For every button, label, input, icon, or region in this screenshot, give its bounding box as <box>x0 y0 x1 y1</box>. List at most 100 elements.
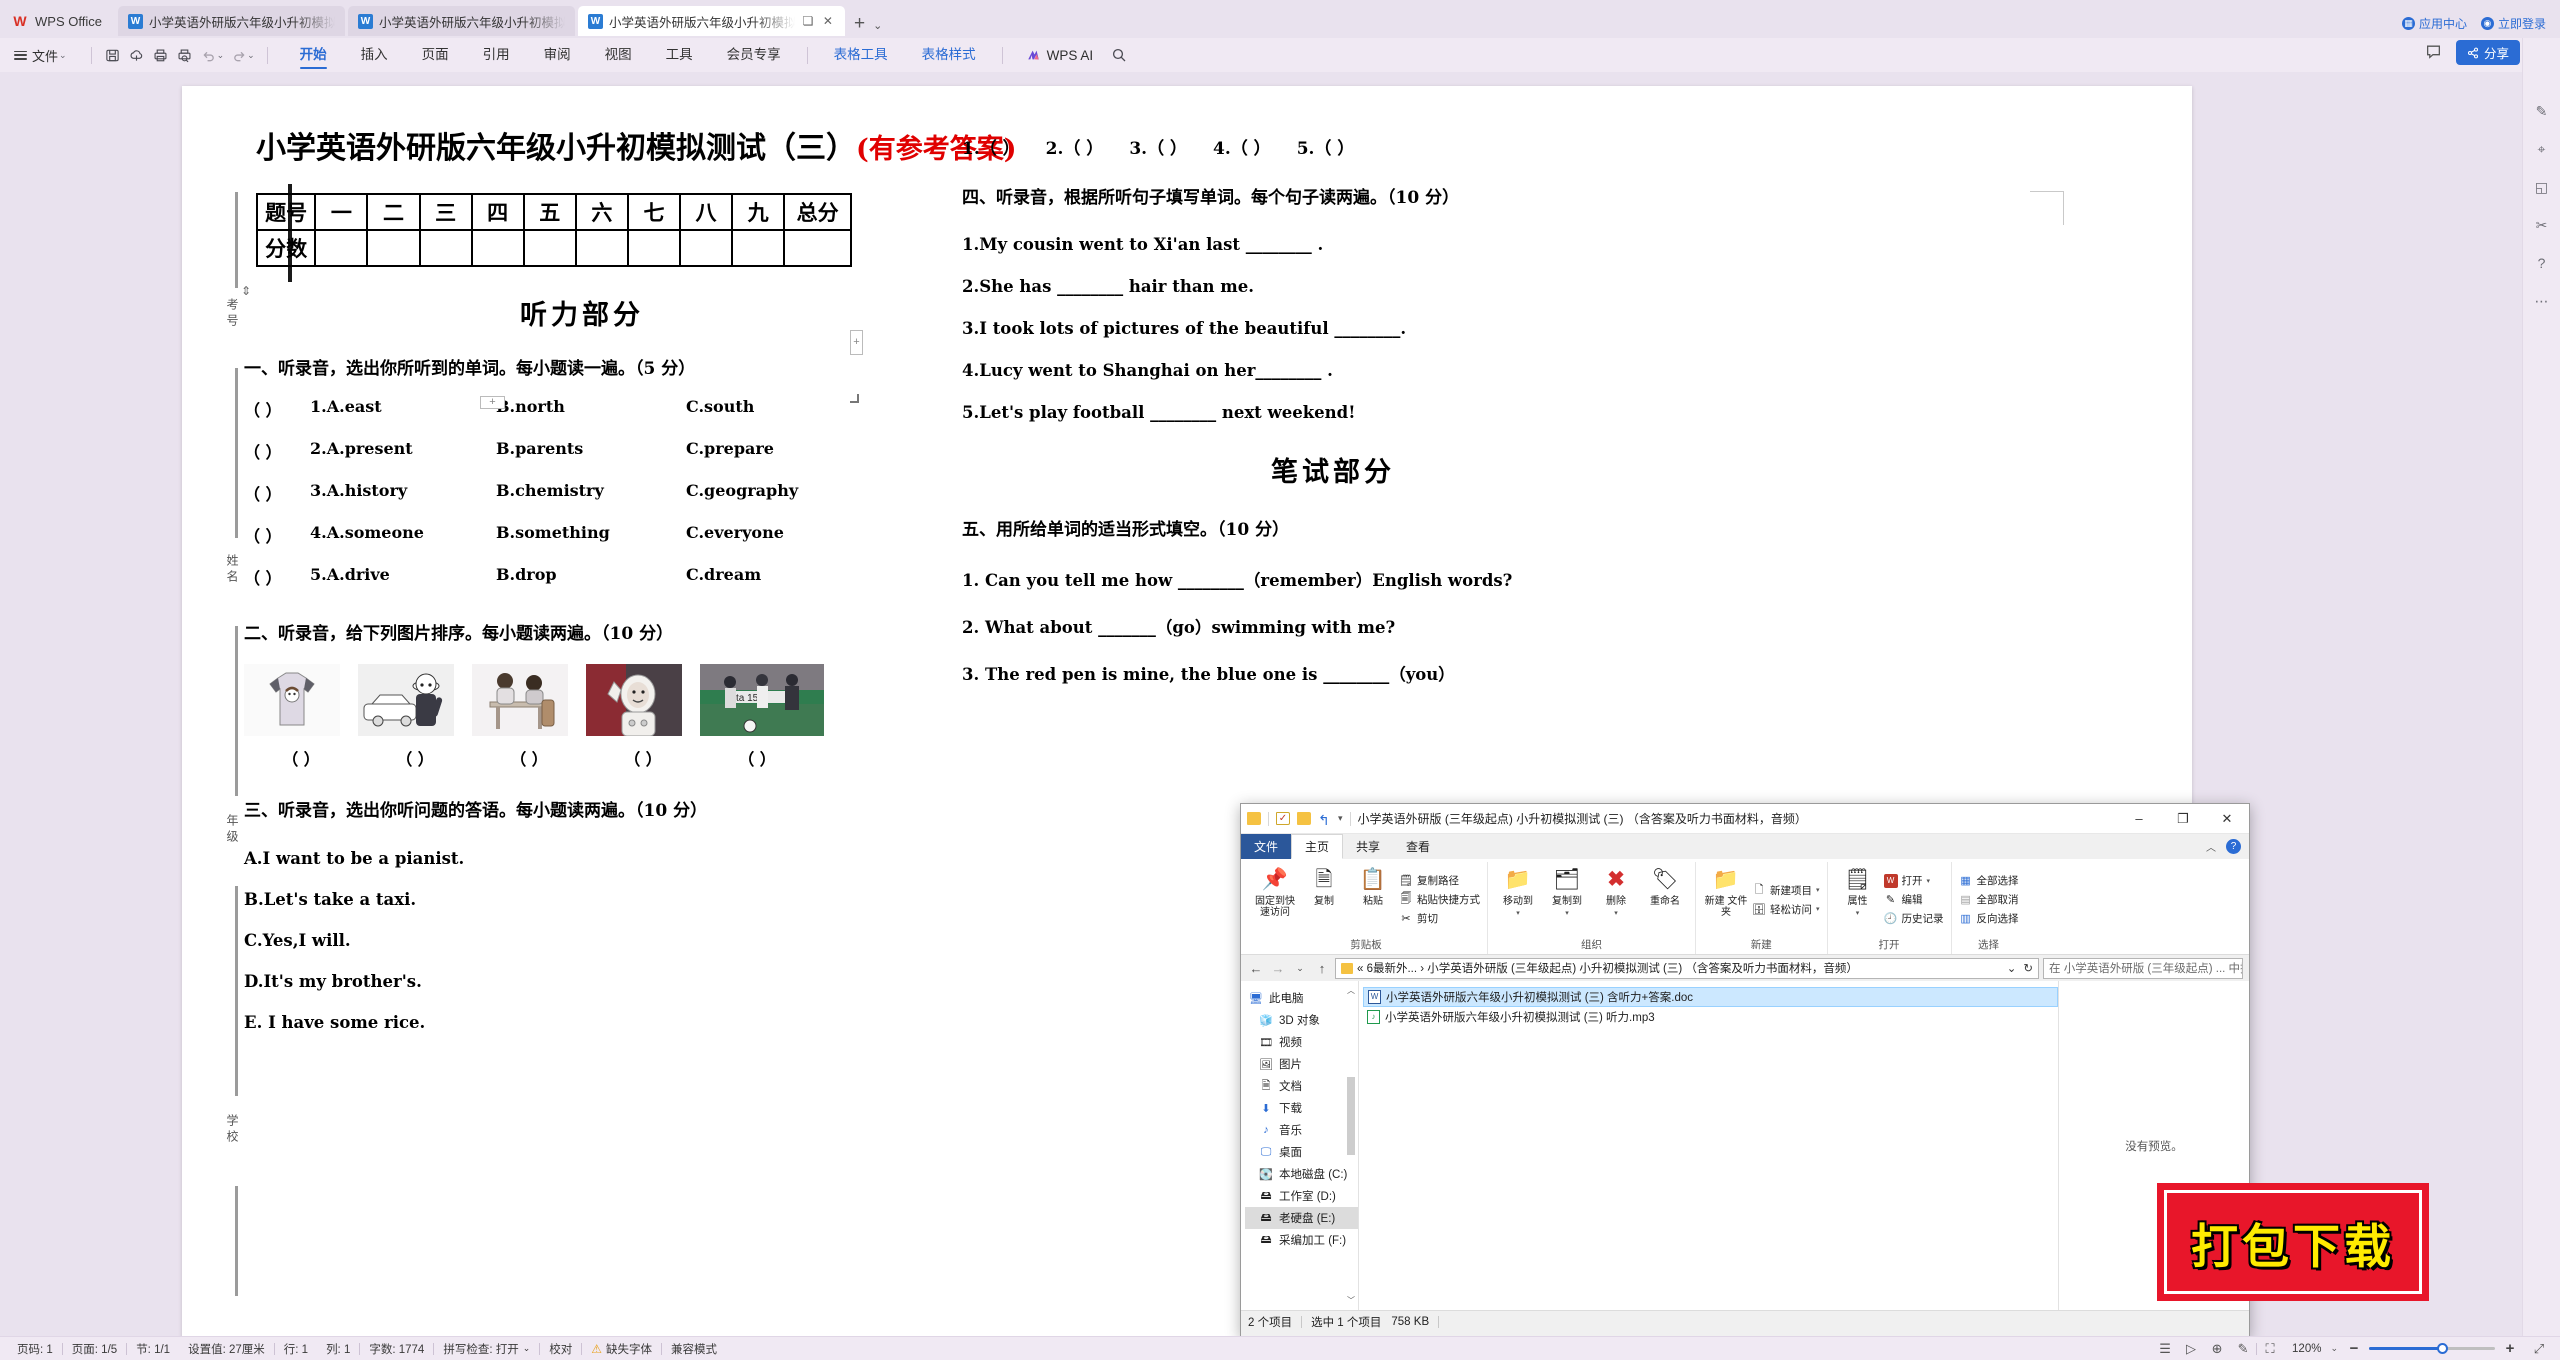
copy-path-button[interactable]: 🗒 复制路径 <box>1399 873 1480 888</box>
cut-button[interactable]: ✂ 剪切 <box>1399 911 1480 926</box>
zoom-track[interactable] <box>2369 1343 2495 1354</box>
login-button[interactable]: ◉ 立即登录 <box>2480 15 2546 32</box>
nav-item-drive-f[interactable]: 🖴 采编加工 (F:) <box>1245 1229 1358 1251</box>
chevron-down-icon[interactable]: ▾ <box>1816 886 1820 894</box>
scrollbar-thumb[interactable] <box>1347 1077 1355 1155</box>
properties-button[interactable]: 🗒 属性 ▾ <box>1835 862 1881 934</box>
recent-caret-icon[interactable]: ⌄ <box>1291 963 1309 974</box>
chevron-down-icon[interactable]: ⌄ <box>2330 1343 2338 1354</box>
score-table-cell[interactable] <box>418 229 473 267</box>
chevron-down-icon[interactable]: ▾ <box>1516 909 1520 917</box>
close-icon[interactable]: ✕ <box>821 14 835 28</box>
score-table-cell[interactable] <box>470 229 525 267</box>
forward-arrow-icon[interactable]: → <box>1269 961 1287 976</box>
score-table-cell[interactable] <box>678 229 734 267</box>
customize-caret-icon[interactable]: ▾ <box>1338 813 1343 824</box>
table-add-column-button[interactable]: + <box>480 396 505 409</box>
scroll-down-icon[interactable]: ﹀ <box>1347 1295 1355 1306</box>
zoom-out-button[interactable]: − <box>2346 1340 2362 1357</box>
status-word-count[interactable]: 字数: 1774 <box>360 1341 433 1357</box>
nav-item-drive-e[interactable]: 🖴 老硬盘 (E:) <box>1245 1207 1358 1229</box>
nav-item-desktop[interactable]: 🖵 桌面 <box>1245 1141 1358 1163</box>
score-table-cell[interactable] <box>783 229 852 267</box>
nav-item-downloads[interactable]: ⬇ 下载 <box>1245 1097 1358 1119</box>
edit-button[interactable]: ✎ 编辑 <box>1884 892 1944 907</box>
chevron-down-icon[interactable]: ⌄ <box>59 50 67 61</box>
zoom-knob[interactable] <box>2437 1343 2448 1354</box>
maximize-button[interactable]: ❐ <box>2161 804 2205 834</box>
invert-selection-button[interactable]: ▥ 反向选择 <box>1959 911 2018 926</box>
menu-view[interactable]: 查看 <box>1393 834 1443 859</box>
chevron-down-icon[interactable]: ⌄ <box>523 1343 531 1354</box>
chevron-down-icon[interactable]: ⌄ <box>2007 961 2017 975</box>
wps-ai-button[interactable]: WPS AI <box>1012 48 1108 63</box>
ribbon-tab-review[interactable]: 审阅 <box>527 38 588 72</box>
help-icon[interactable]: ? <box>2226 839 2241 854</box>
status-spell-check[interactable]: 拼写检查: 打开 ⌄ <box>434 1341 539 1357</box>
chevron-down-icon[interactable]: ▾ <box>1816 905 1820 913</box>
close-button[interactable]: ✕ <box>2205 804 2249 834</box>
score-table-cell[interactable] <box>574 229 629 267</box>
score-table[interactable]: 题号 一 二 三 四 五 六 七 八 九 总分 分数 <box>255 193 852 267</box>
file-explorer-titlebar[interactable]: ✓ ↰ ▾ 小学英语外研版 (三年级起点) 小升初模拟测试 (三) （含答案及听… <box>1241 804 2249 834</box>
more-icon[interactable]: ⋯ <box>2533 292 2551 310</box>
search-input[interactable]: 在 小学英语外研版 (三年级起点) ... 中搜索 🔍 <box>2043 957 2243 979</box>
cursor-icon[interactable]: ⌖ <box>2533 140 2551 158</box>
restore-window-icon[interactable]: ❏ <box>801 14 815 28</box>
back-arrow-icon[interactable]: ← <box>1247 961 1265 976</box>
new-tab-button[interactable]: + <box>848 13 873 38</box>
fullscreen-icon[interactable]: ⛶ <box>2257 1341 2283 1357</box>
ribbon-tab-page[interactable]: 页面 <box>405 38 466 72</box>
wps-office-home-tab[interactable]: W WPS Office <box>0 6 118 36</box>
navigation-pane-scrollbar[interactable]: ︿ ﹀ <box>1346 985 1356 1306</box>
table-resize-handle[interactable] <box>850 394 859 403</box>
chevron-down-icon[interactable]: ▾ <box>1614 909 1618 917</box>
app-center-button[interactable]: ▦ 应用中心 <box>2401 15 2467 32</box>
pen-icon[interactable]: ✎ <box>2533 102 2551 120</box>
nav-item-videos[interactable]: 🎞 视频 <box>1245 1031 1358 1053</box>
nav-item-local-disk-c[interactable]: 💽 本地磁盘 (C:) <box>1245 1163 1358 1185</box>
ribbon-tab-reference[interactable]: 引用 <box>466 38 527 72</box>
nav-item-drive-d[interactable]: 🖴 工作室 (D:) <box>1245 1185 1358 1207</box>
score-table-cell[interactable] <box>366 229 421 267</box>
select-none-button[interactable]: ▤ 全部取消 <box>1959 892 2018 907</box>
table-add-row-button[interactable]: + <box>850 330 863 355</box>
save-icon[interactable] <box>101 44 125 66</box>
move-to-button[interactable]: 📁 移动到 ▾ <box>1495 862 1541 934</box>
open-button[interactable]: W 打开 ▾ <box>1883 873 1944 888</box>
chevron-down-icon[interactable]: ⌄ <box>217 50 225 61</box>
zoom-level[interactable]: 120% <box>2283 1343 2330 1355</box>
nav-item-music[interactable]: ♪ 音乐 <box>1245 1119 1358 1141</box>
read-view-icon[interactable]: ▷ <box>2178 1341 2204 1357</box>
new-folder-button[interactable]: 📁 新建 文件夹 <box>1703 862 1749 934</box>
pin-to-quick-access-button[interactable]: 📌 固定到快 速访问 <box>1252 862 1298 934</box>
rename-button[interactable]: 🏷 重命名 <box>1642 862 1688 934</box>
chevron-up-icon[interactable]: ︿ <box>2206 839 2216 854</box>
list-item[interactable]: ♪ 小学英语外研版六年级小升初模拟测试 (三) 听力.mp3 <box>1363 1007 2058 1027</box>
file-explorer-window[interactable]: ✓ ↰ ▾ 小学英语外研版 (三年级起点) 小升初模拟测试 (三) （含答案及听… <box>1240 803 2250 1337</box>
scissors-icon[interactable]: ✂ <box>2533 216 2551 234</box>
history-button[interactable]: 🕘 历史记录 <box>1884 911 1944 926</box>
folder-icon[interactable] <box>1247 812 1261 825</box>
nav-item-pictures[interactable]: 🖼 图片 <box>1245 1053 1358 1075</box>
ink-view-icon[interactable]: ✎ <box>2230 1341 2256 1357</box>
chevron-down-icon[interactable]: ▾ <box>1927 877 1931 885</box>
navigation-pane[interactable]: 🖥 此电脑 🧊 3D 对象 🎞 视频 🖼 图片 🗎 文档 ⬇ 下载 ♪ 音乐 🖵… <box>1241 981 1359 1310</box>
ribbon-tab-member[interactable]: 会员专享 <box>710 38 798 72</box>
status-proofread[interactable]: 校对 <box>540 1341 581 1357</box>
zoom-slider[interactable]: − + <box>2338 1340 2526 1357</box>
new-folder-icon[interactable] <box>1297 812 1311 825</box>
cloud-save-icon[interactable] <box>125 44 149 66</box>
ribbon-tab-insert[interactable]: 插入 <box>344 38 405 72</box>
paste-button[interactable]: 📋 粘贴 <box>1350 862 1396 934</box>
web-view-icon[interactable]: ⊕ <box>2204 1341 2230 1357</box>
scroll-up-icon[interactable]: ︿ <box>1347 985 1355 996</box>
score-table-cell[interactable] <box>626 229 682 267</box>
chevron-down-icon[interactable]: ⌄ <box>247 50 255 61</box>
chevron-down-icon[interactable]: ⌄ <box>873 19 892 38</box>
outline-view-icon[interactable]: ☰ <box>2152 1341 2178 1357</box>
paste-shortcut-button[interactable]: 🗐 粘贴快捷方式 <box>1399 892 1481 907</box>
shapes-icon[interactable]: ◱ <box>2533 178 2551 196</box>
copy-button[interactable]: 🗎 复制 <box>1301 862 1347 934</box>
list-item[interactable]: W 小学英语外研版六年级小升初模拟测试 (三) 含听力+答案.doc <box>1363 987 2058 1007</box>
